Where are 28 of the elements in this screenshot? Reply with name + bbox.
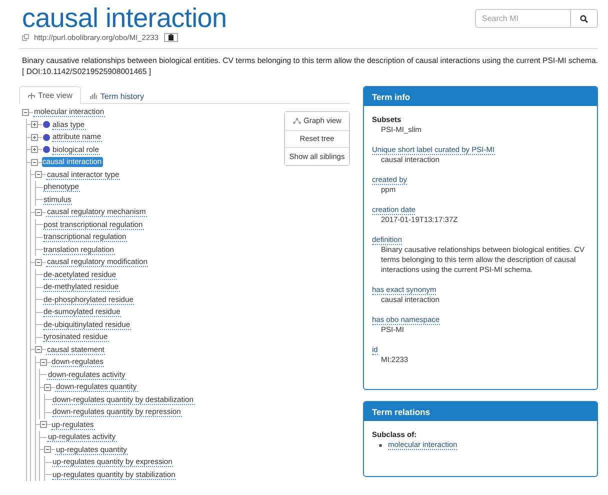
copy-button[interactable] <box>164 33 178 42</box>
collapse-icon[interactable] <box>35 258 42 266</box>
expand-icon[interactable] <box>30 146 38 154</box>
search-button[interactable] <box>571 9 598 28</box>
expand-icon[interactable] <box>30 121 38 128</box>
search-icon <box>580 14 588 22</box>
term-title: causal interaction <box>22 5 227 32</box>
collapse-icon[interactable] <box>40 358 46 366</box>
collapse-icon[interactable] <box>35 171 42 178</box>
bullet-icon <box>379 444 382 446</box>
collapse-icon[interactable] <box>22 108 29 116</box>
collapse-icon[interactable] <box>44 446 51 454</box>
bar-chart-icon <box>90 93 98 99</box>
expand-icon[interactable] <box>30 134 38 141</box>
panel-header: Term info <box>364 87 597 106</box>
panel-header: Term relations <box>364 402 597 421</box>
collapse-icon[interactable] <box>35 208 42 216</box>
tab[interactable]: Tree view <box>19 86 82 104</box>
collapse-icon[interactable] <box>40 421 46 428</box>
search-field[interactable]: Search MI <box>475 9 571 28</box>
tree-icon <box>28 92 35 98</box>
link-icon <box>22 34 29 41</box>
graph-icon <box>292 118 301 124</box>
collapse-icon[interactable] <box>44 384 51 391</box>
clipboard-icon <box>168 34 174 41</box>
collapse-icon[interactable] <box>30 158 38 166</box>
tab[interactable]: Term history <box>81 87 153 104</box>
collapse-icon[interactable] <box>35 346 42 354</box>
